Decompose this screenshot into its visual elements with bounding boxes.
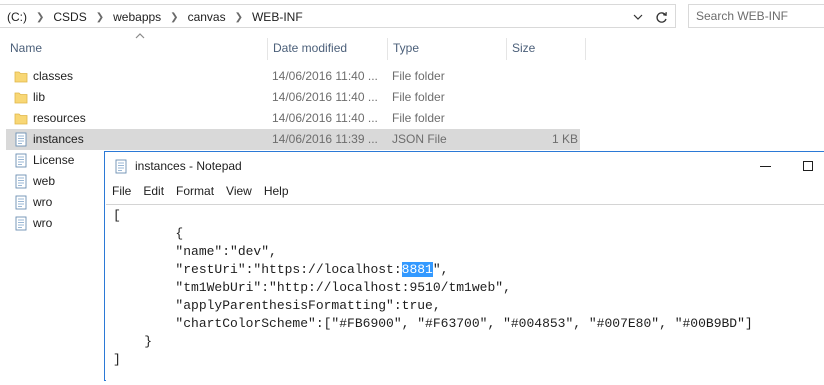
notepad-title-bar[interactable]: instances - Notepad [105, 152, 824, 181]
content-after-selection: ", "tm1WebUri":"http://localhost:9510/tm… [113, 262, 753, 367]
file-date: 14/06/2016 11:40 ... [272, 111, 378, 125]
menu-edit[interactable]: Edit [137, 184, 170, 198]
file-name: lib [33, 90, 46, 104]
menu-format[interactable]: Format [170, 184, 220, 198]
file-name: resources [33, 111, 86, 125]
file-row-lib[interactable]: lib 14/06/2016 11:40 ... File folder [6, 87, 580, 108]
menu-help[interactable]: Help [258, 184, 295, 198]
column-header-type[interactable]: Type [387, 38, 506, 60]
chevron-down-icon[interactable] [630, 8, 646, 26]
column-header-size[interactable]: Size [506, 38, 586, 60]
folder-icon [14, 71, 28, 83]
menu-view[interactable]: View [220, 184, 258, 198]
search-input[interactable]: Search WEB-INF [688, 4, 824, 28]
chevron-right-icon[interactable]: ❯ [227, 12, 251, 23]
file-name: classes [33, 69, 74, 83]
file-name: web [33, 174, 56, 188]
menu-file[interactable]: File [105, 184, 137, 198]
minimize-icon[interactable] [760, 166, 771, 167]
breadcrumb-webapps[interactable]: webapps [112, 10, 162, 24]
breadcrumb: (C:) ❯ CSDS ❯ webapps ❯ canvas ❯ WEB-INF [6, 9, 304, 25]
breadcrumb-web-inf[interactable]: WEB-INF [251, 10, 304, 24]
file-name: wro [33, 216, 53, 230]
selected-text: 8881 [401, 262, 433, 277]
notepad-title: instances - Notepad [135, 159, 242, 173]
chevron-right-icon[interactable]: ❯ [162, 12, 186, 23]
chevron-right-icon[interactable]: ❯ [88, 12, 112, 23]
content-before-selection: [ { "name":"dev", "restUri":"https://loc… [113, 208, 402, 277]
document-icon [15, 195, 27, 210]
file-name: instances [33, 132, 84, 146]
notepad-text-area[interactable]: [ { "name":"dev", "restUri":"https://loc… [106, 204, 824, 385]
column-header-name[interactable]: Name [5, 33, 267, 60]
file-row-classes[interactable]: classes 14/06/2016 11:40 ... File folder [6, 66, 580, 87]
file-date: 14/06/2016 11:40 ... [272, 90, 378, 104]
file-type: File folder [392, 111, 445, 125]
column-header-date[interactable]: Date modified [267, 38, 387, 60]
address-bar-area: (C:) ❯ CSDS ❯ webapps ❯ canvas ❯ WEB-INF… [0, 0, 824, 34]
column-headers: Name Date modified Type Size [0, 33, 824, 60]
breadcrumb-canvas[interactable]: canvas [187, 10, 227, 24]
address-bar[interactable]: (C:) ❯ CSDS ❯ webapps ❯ canvas ❯ WEB-INF [0, 4, 676, 28]
notepad-icon [115, 159, 127, 174]
file-name: License [33, 153, 75, 167]
breadcrumb-csds[interactable]: CSDS [52, 10, 87, 24]
document-icon [15, 132, 27, 147]
notepad-menu-bar: File Edit Format View Help [105, 181, 824, 201]
file-size: 1 KB [551, 132, 578, 146]
refresh-icon[interactable] [652, 8, 670, 26]
file-date: 14/06/2016 11:39 ... [272, 132, 378, 146]
notepad-window: instances - Notepad File Edit Format Vie… [104, 151, 824, 385]
notepad-content: [ { "name":"dev", "restUri":"https://loc… [113, 207, 753, 369]
breadcrumb-drive[interactable]: (C:) [6, 10, 28, 24]
document-icon [15, 174, 27, 189]
sort-up-icon [135, 33, 145, 39]
document-icon [15, 153, 27, 168]
file-row-resources[interactable]: resources 14/06/2016 11:40 ... File fold… [6, 108, 580, 129]
document-icon [15, 216, 27, 231]
file-row-instances[interactable]: instances 14/06/2016 11:39 ... JSON File… [6, 129, 580, 150]
chevron-right-icon[interactable]: ❯ [28, 12, 52, 23]
file-date: 14/06/2016 11:40 ... [272, 69, 378, 83]
file-name: wro [33, 195, 53, 209]
file-type: JSON File [392, 132, 447, 146]
file-type: File folder [392, 69, 445, 83]
folder-icon [14, 92, 28, 104]
file-type: File folder [392, 90, 445, 104]
column-header-name-label: Name [10, 41, 43, 55]
maximize-icon[interactable] [803, 161, 813, 171]
folder-icon [14, 113, 28, 125]
